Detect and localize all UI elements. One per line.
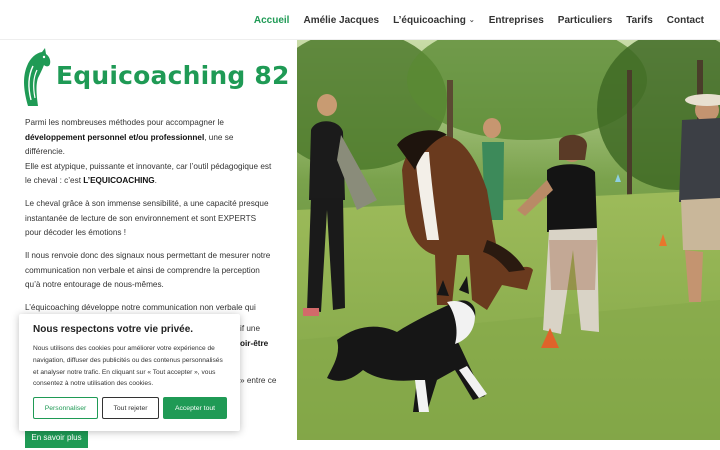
intro-paragraph-2: Le cheval grâce à son immense sensibilit… [25,199,269,237]
logo-text: Equicoaching 82 [56,60,290,90]
site-logo[interactable]: Equicoaching 82 [18,48,290,108]
text-span: Parmi les nombreuses méthodes pour accom… [25,118,224,127]
nav-item-amelie-jacques[interactable]: Amélie Jacques [303,15,379,26]
text-fragment: if une [240,324,261,333]
customize-button[interactable]: Personnaliser [33,397,98,419]
nav-item-equicoaching[interactable]: L’équicoaching ⌄ [393,15,475,26]
cookie-title: Nous respectons votre vie privée. [33,324,194,335]
reject-all-button[interactable]: Tout rejeter [102,397,159,419]
nav-item-equicoaching-label: L’équicoaching [393,14,466,26]
main-nav: Accueil Amélie Jacques L’équicoaching ⌄ E… [254,0,704,40]
nav-item-tarifs[interactable]: Tarifs [626,15,653,26]
nav-item-accueil[interactable]: Accueil [254,15,290,26]
hero-photo [297,40,720,440]
intro-text: Parmi les nombreuses méthodes pour accom… [25,116,273,339]
accept-all-button[interactable]: Accepter tout [163,397,227,419]
text-fragment: oir-être [240,339,269,348]
intro-paragraph-1: Parmi les nombreuses méthodes pour accom… [25,116,273,189]
cookie-buttons: Personnaliser Tout rejeter Accepter tout [33,397,227,419]
cookie-consent-banner: Nous respectons votre vie privée. Nous u… [19,314,240,431]
cookie-text: Nous utilisons des cookies pour améliore… [33,345,223,388]
intro-paragraph-3: Il nous renvoie donc des signaux nous pe… [25,251,271,289]
text-span: . [154,176,157,185]
horse-head-icon [24,48,51,106]
text-fragment: » entre ce [240,376,277,385]
bold-span: développement personnel et/ou profession… [25,132,205,142]
nav-item-particuliers[interactable]: Particuliers [558,15,612,26]
bold-span: L’EQUICOACHING [83,176,155,185]
site-header: Accueil Amélie Jacques L’équicoaching ⌄ E… [0,0,720,40]
chevron-down-icon: ⌄ [468,17,475,24]
nav-item-contact[interactable]: Contact [667,15,704,26]
nav-item-entreprises[interactable]: Entreprises [489,15,544,26]
